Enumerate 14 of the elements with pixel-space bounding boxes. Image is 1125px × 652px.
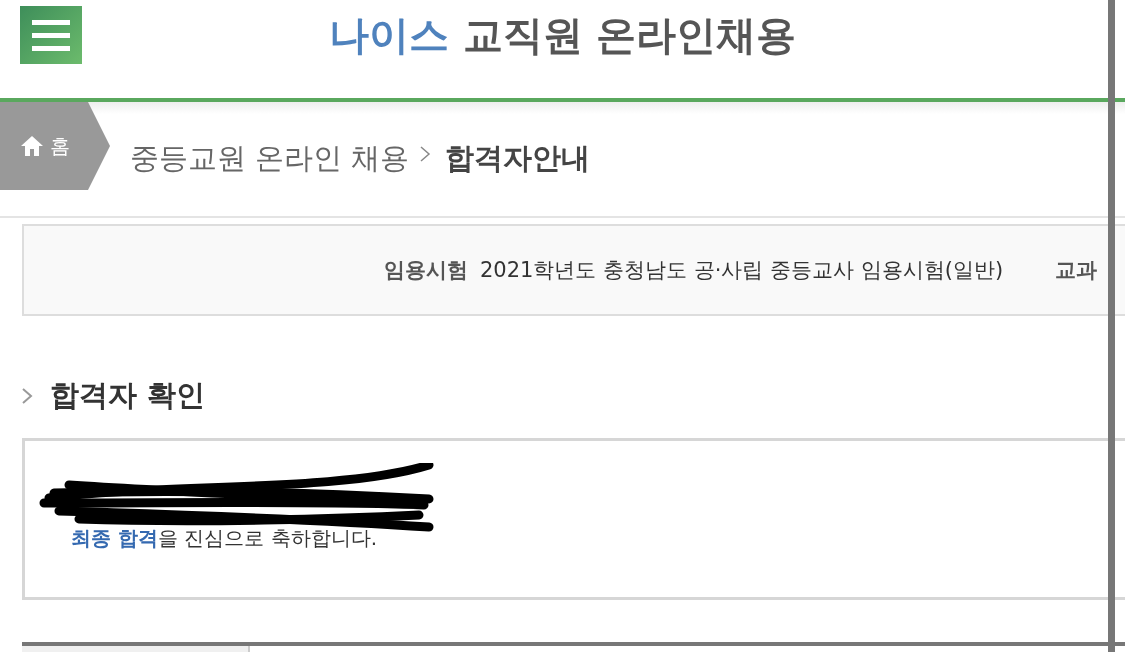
exam-label: 임용시험 — [384, 257, 468, 284]
scrollbar[interactable] — [1108, 0, 1115, 652]
exam-value: 2021학년도 충청남도 공·사립 중등교사 임용시험(일반) — [480, 257, 1004, 284]
result-message: 최종 합격을 진심으로 축하합니다. — [71, 525, 378, 552]
section-title: 합격자 확인 — [50, 377, 206, 414]
logo-text: 교직원 온라인채용 — [462, 10, 797, 60]
breadcrumb-item[interactable]: 중등교원 온라인 채용 — [130, 139, 410, 179]
home-icon — [20, 135, 44, 157]
chevron-icon — [20, 386, 34, 406]
chevron-icon — [419, 145, 432, 163]
breadcrumb-item[interactable]: 합격자안내 — [445, 139, 591, 179]
logo-accent: 나이스 — [328, 10, 449, 60]
menu-button[interactable] — [20, 6, 82, 64]
subject-label: 교과 — [1055, 257, 1098, 284]
